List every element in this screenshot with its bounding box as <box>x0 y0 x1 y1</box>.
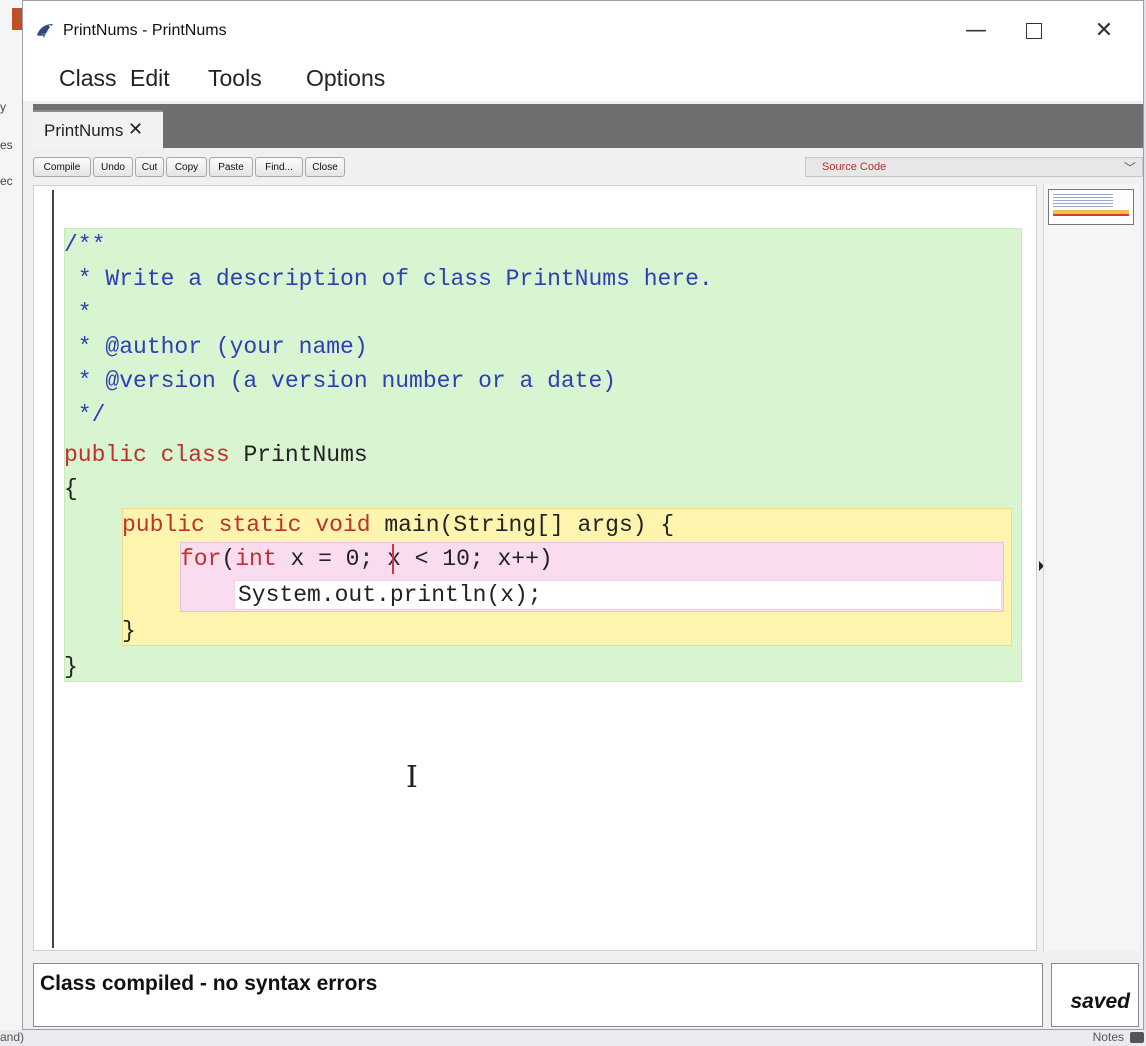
keyword: for <box>180 546 222 572</box>
tab-close-icon[interactable]: ✕ <box>128 119 143 140</box>
text-cursor <box>392 544 394 574</box>
for-loop-header: x = 0; x < 10; x++) <box>276 546 553 572</box>
close-button[interactable]: Close <box>305 157 345 177</box>
code-line[interactable]: * Write a description of class PrintNums… <box>64 262 713 296</box>
status-bar: Class compiled - no syntax errors <box>33 963 1043 1027</box>
menu-edit[interactable]: Edit <box>130 65 170 92</box>
method-signature: main(String[] args) <box>384 512 647 538</box>
keyword: void <box>315 512 371 538</box>
code-editor[interactable]: /** * Write a description of class Print… <box>33 185 1037 951</box>
overview-viewport-thumbnail[interactable] <box>1048 189 1134 225</box>
code-line-method-declaration[interactable]: public static void main(String[] args) { <box>122 508 674 542</box>
title-bar[interactable]: PrintNums - PrintNums — ✕ <box>23 1 1143 61</box>
thumbnail-cursor-line <box>1053 214 1129 216</box>
background-app-icon <box>12 8 22 30</box>
keyword: public <box>122 512 205 538</box>
code-line[interactable]: * @author (your name) <box>64 330 368 364</box>
background-taskbar: and) Notes <box>0 1030 1146 1046</box>
chevron-down-icon: ﹀ <box>1123 161 1136 175</box>
maximize-button[interactable] <box>1011 11 1057 51</box>
code-line-method-close[interactable]: } <box>122 614 136 648</box>
keyword: class <box>160 442 230 468</box>
maximize-icon <box>1026 23 1042 39</box>
saved-label: saved <box>1070 990 1130 1013</box>
mouse-ibeam-cursor: I <box>406 760 418 795</box>
comments-icon[interactable] <box>1130 1032 1144 1043</box>
menu-class[interactable]: Class <box>59 65 117 92</box>
code-line-class-close[interactable]: } <box>64 650 78 684</box>
keyword: int <box>235 546 277 572</box>
view-selector-value: Source Code <box>822 161 887 173</box>
paren: ( <box>221 546 236 572</box>
editor-toolbar: Compile Undo Cut Copy Paste Find... Clos… <box>33 155 1143 181</box>
bluej-bird-icon <box>37 24 53 38</box>
keyword: public <box>64 442 147 468</box>
menu-options[interactable]: Options <box>306 65 385 92</box>
method-open-brace: { <box>660 512 675 538</box>
editor-window: PrintNums - PrintNums — ✕ Class Edit Too… <box>22 0 1144 1030</box>
class-name: PrintNums <box>243 442 368 468</box>
keyword: static <box>218 512 302 538</box>
compile-button[interactable]: Compile <box>33 157 91 177</box>
minimize-button[interactable]: — <box>953 11 999 51</box>
code-line[interactable]: * <box>64 296 92 330</box>
editor-gutter-line <box>52 190 54 948</box>
notes-button[interactable]: Notes <box>1093 1030 1124 1044</box>
code-line[interactable]: */ <box>64 398 106 432</box>
thumbnail-lines <box>1053 194 1113 208</box>
menu-bar: Class Edit Tools Options <box>23 59 1143 101</box>
code-overview-panel[interactable] <box>1043 185 1140 951</box>
background-window-edge: y es ec <box>0 0 22 1046</box>
minimize-icon: — <box>965 18 987 43</box>
find-button[interactable]: Find... <box>255 157 303 177</box>
background-text: ec <box>0 174 13 188</box>
code-line-println[interactable]: System.out.println(x); <box>238 578 542 612</box>
window-title: PrintNums - PrintNums <box>63 22 227 39</box>
background-text: es <box>0 138 13 152</box>
undo-button[interactable]: Undo <box>93 157 133 177</box>
tab-printnums[interactable]: PrintNums ✕ <box>33 110 163 148</box>
cut-button[interactable]: Cut <box>135 157 164 177</box>
background-text: and) <box>0 1030 25 1044</box>
tab-bar: PrintNums ✕ <box>33 104 1143 148</box>
saved-indicator: saved <box>1051 963 1139 1027</box>
close-icon: ✕ <box>1094 18 1114 43</box>
view-selector[interactable]: Source Code ﹀ <box>805 157 1143 177</box>
tab-label: PrintNums <box>44 121 124 140</box>
code-line[interactable]: * @version (a version number or a date) <box>64 364 616 398</box>
paste-button[interactable]: Paste <box>209 157 253 177</box>
menu-tools[interactable]: Tools <box>208 65 262 92</box>
background-text: y <box>0 100 6 114</box>
status-message: Class compiled - no syntax errors <box>40 972 378 995</box>
code-line-class-declaration[interactable]: public class PrintNums <box>64 438 368 472</box>
code-line-for-loop[interactable]: for(int x = 0; x < 10; x++) <box>180 542 553 576</box>
code-line[interactable]: /** <box>64 228 105 262</box>
close-window-button[interactable]: ✕ <box>1081 11 1127 51</box>
copy-button[interactable]: Copy <box>166 157 207 177</box>
code-line-open-brace[interactable]: { <box>64 472 78 506</box>
